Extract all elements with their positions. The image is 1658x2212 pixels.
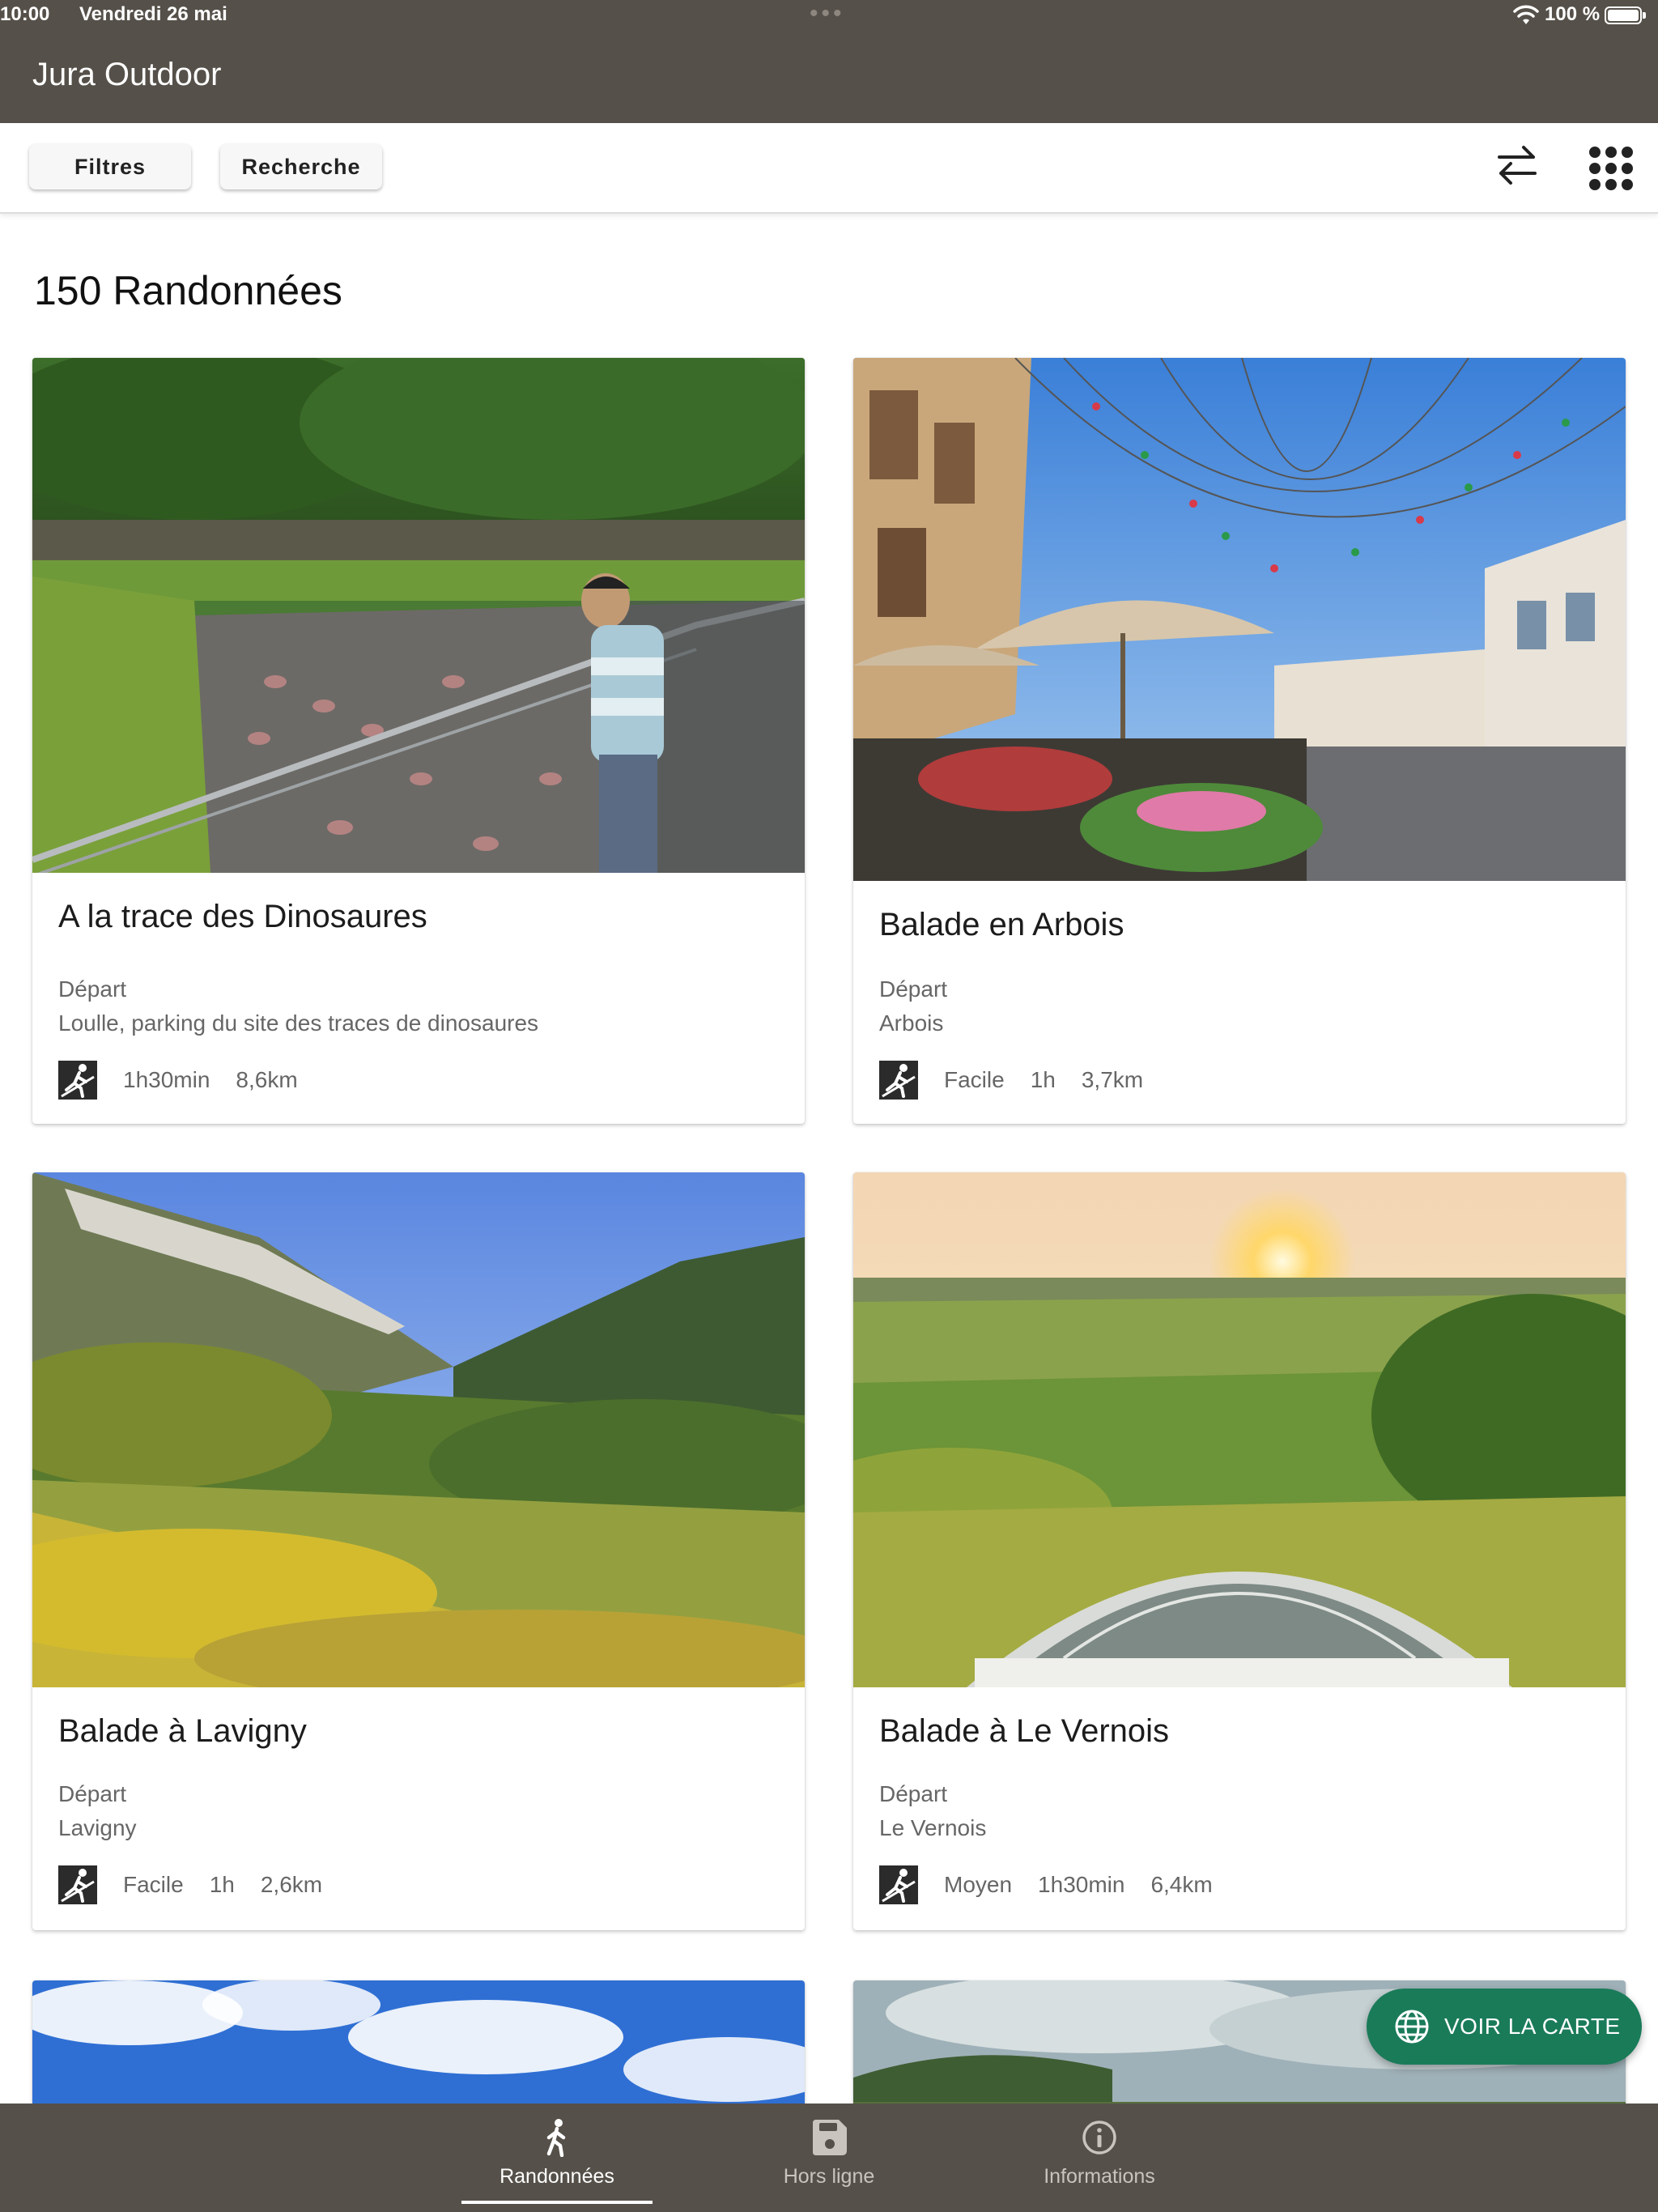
search-button[interactable]: Recherche <box>220 144 382 189</box>
tab-label: Hors ligne <box>783 2165 875 2188</box>
hike-card-meta: 1h30min 8,6km <box>58 1061 324 1100</box>
depart-label: Départ <box>58 976 127 1002</box>
hike-card[interactable]: Balade à Le Vernois Départ Le Vernois Mo… <box>853 1172 1626 1930</box>
hike-card-photo <box>32 358 805 873</box>
depart-location: Arbois <box>879 1010 944 1036</box>
grid-dots-icon[interactable] <box>1588 146 1634 191</box>
hike-difficulty: Moyen <box>944 1872 1013 1897</box>
hike-distance: 2,6km <box>260 1872 323 1897</box>
save-disk-icon <box>813 2120 847 2155</box>
hike-card-photo <box>853 358 1626 881</box>
status-date: Vendredi 26 mai <box>79 3 227 25</box>
hike-distance: 6,4km <box>1150 1872 1213 1897</box>
status-time: 10:00 <box>0 3 50 25</box>
status-bar: 10:00 Vendredi 26 mai ••• 100 % <box>0 0 1658 32</box>
info-icon <box>1082 2121 1116 2155</box>
hike-card-meta: Moyen 1h30min 6,4km <box>879 1865 1239 1904</box>
app-header: Jura Outdoor <box>0 32 1658 123</box>
depart-location: Le Vernois <box>879 1815 987 1840</box>
hike-distance: 8,6km <box>236 1067 298 1092</box>
hiking-activity-icon <box>58 1061 97 1100</box>
multitasking-dots-icon[interactable]: ••• <box>810 0 845 28</box>
depart-location: Loulle, parking du site des traces de di… <box>58 1010 539 1036</box>
hike-card-title: Balade à Lavigny <box>58 1713 307 1749</box>
filters-button[interactable]: Filtres <box>29 144 191 189</box>
depart-label: Départ <box>879 976 948 1002</box>
battery-icon <box>1605 6 1646 24</box>
hike-card-title: Balade à Le Vernois <box>879 1713 1170 1749</box>
hike-difficulty: Facile <box>123 1872 184 1897</box>
hike-card-title: A la trace des Dinosaures <box>58 899 427 934</box>
show-map-label: VOIR LA CARTE <box>1444 2014 1621 2039</box>
hike-card[interactable]: Balade en Arbois Départ Arbois Facile 1h… <box>853 358 1626 1124</box>
hike-duration: 1h30min <box>123 1067 210 1092</box>
hiking-activity-icon <box>58 1865 97 1904</box>
swap-arrows-icon[interactable] <box>1494 141 1540 189</box>
tab-label: Informations <box>1044 2165 1155 2188</box>
app-title: Jura Outdoor <box>32 57 222 92</box>
hike-card-meta: Facile 1h 3,7km <box>879 1061 1169 1100</box>
depart-label: Départ <box>879 1781 948 1806</box>
hike-card[interactable]: Balade à Lavigny Départ Lavigny Facile 1… <box>32 1172 805 1930</box>
hike-card-photo <box>32 1172 805 1687</box>
toolbar: Filtres Recherche <box>0 123 1658 214</box>
hike-duration: 1h <box>1030 1067 1056 1092</box>
results-count-heading: 150 Randonnées <box>34 268 342 313</box>
tab-label: Randonnées <box>500 2165 614 2188</box>
tab-hors-ligne[interactable]: Hors ligne <box>733 2118 925 2199</box>
battery-percentage: 100 % <box>1545 3 1601 25</box>
hike-card[interactable]: A la trace des Dinosaures Départ Loulle,… <box>32 358 805 1124</box>
hike-card-title: Balade en Arbois <box>879 907 1124 942</box>
hiking-activity-icon <box>879 1061 918 1100</box>
depart-label: Départ <box>58 1781 127 1806</box>
globe-icon <box>1395 2010 1429 2044</box>
hiking-activity-icon <box>879 1865 918 1904</box>
wifi-icon <box>1513 5 1539 24</box>
depart-location: Lavigny <box>58 1815 137 1840</box>
show-map-button[interactable]: VOIR LA CARTE <box>1367 1989 1642 2065</box>
tab-randonnees[interactable]: Randonnées <box>461 2118 653 2204</box>
hike-duration: 1h <box>209 1872 235 1897</box>
hike-card-meta: Facile 1h 2,6km <box>58 1865 348 1904</box>
hike-difficulty: Facile <box>944 1067 1005 1092</box>
hike-card-photo <box>853 1172 1626 1687</box>
bottom-tab-bar: Randonnées Hors ligne Informations <box>0 2104 1658 2212</box>
hike-distance: 3,7km <box>1081 1067 1144 1092</box>
hiker-icon <box>546 2119 566 2157</box>
tab-informations[interactable]: Informations <box>1004 2118 1195 2199</box>
hike-duration: 1h30min <box>1038 1872 1125 1897</box>
